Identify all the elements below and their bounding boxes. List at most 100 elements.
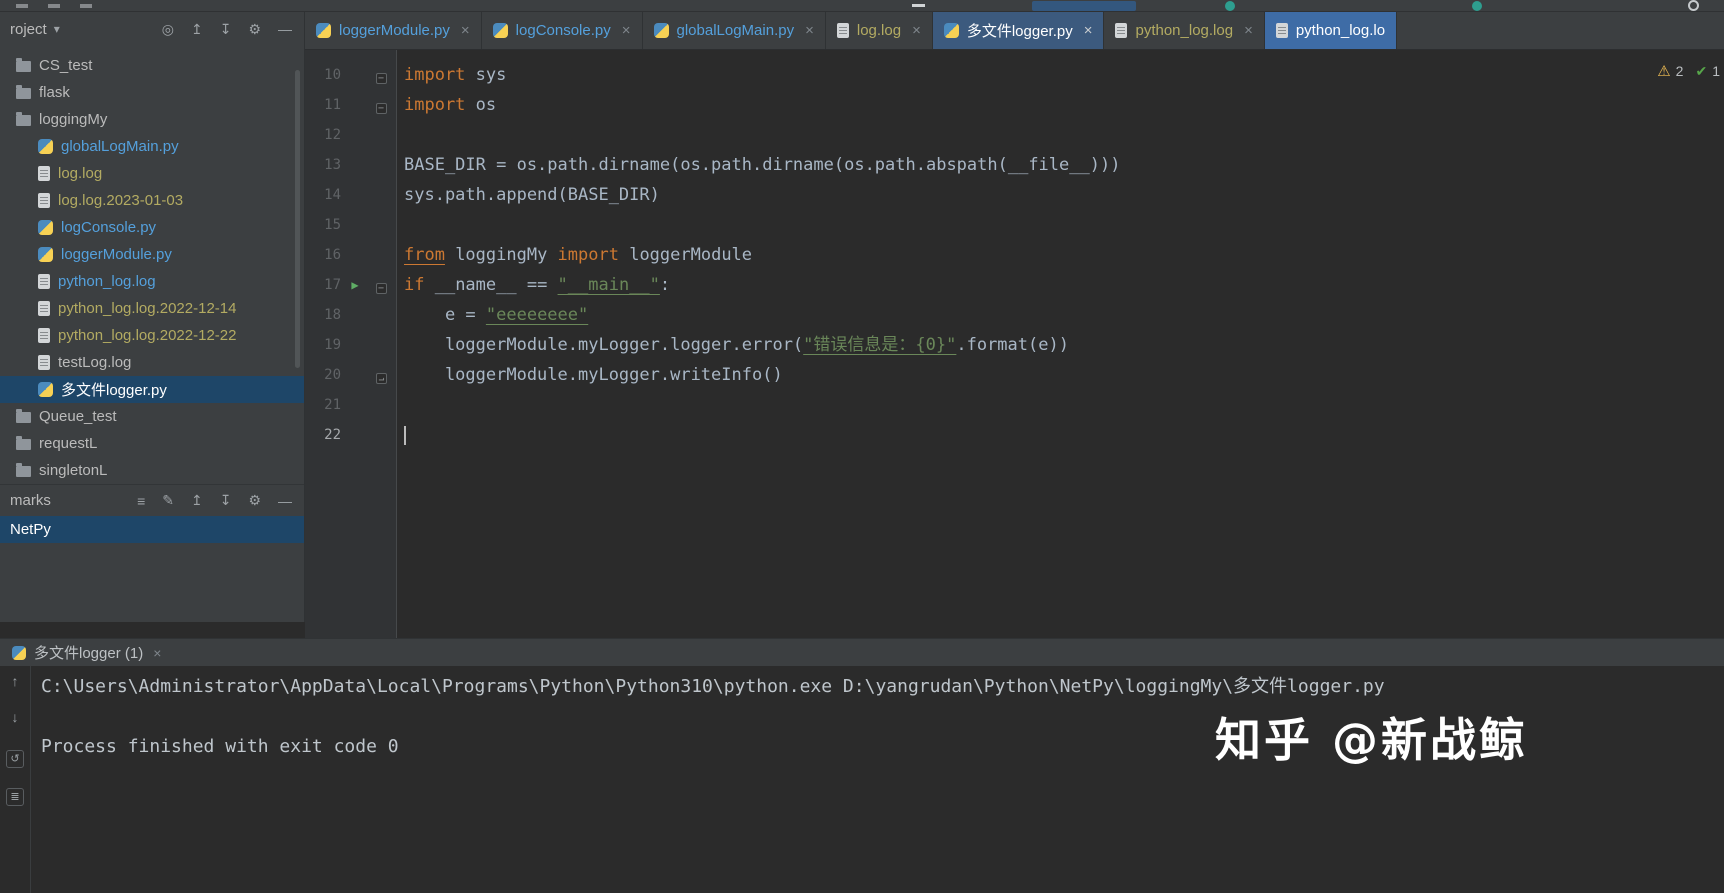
- file-icon: [1115, 23, 1128, 38]
- run-line-icon[interactable]: ▶: [341, 278, 369, 292]
- expand-all-icon[interactable]: ↥: [191, 492, 203, 509]
- tree-item[interactable]: 多文件logger.py: [0, 376, 304, 403]
- code-line[interactable]: e = "eeeeeeee": [398, 300, 1724, 330]
- service-status-icon[interactable]: [1225, 1, 1235, 11]
- tree-item[interactable]: python_log.log.2022-12-22: [0, 322, 304, 349]
- tree-item[interactable]: requestL: [0, 430, 304, 457]
- console-output[interactable]: C:\Users\Administrator\AppData\Local\Pro…: [41, 672, 1385, 762]
- code-text: loggingMy: [444, 245, 558, 265]
- close-icon[interactable]: ×: [912, 22, 921, 39]
- scroll-to-bottom-icon[interactable]: ↓: [6, 708, 24, 726]
- code-line[interactable]: loggerModule.myLogger.writeInfo(): [398, 360, 1724, 390]
- bookmark-item[interactable]: NetPy: [0, 516, 304, 543]
- tree-item[interactable]: loggerModule.py: [0, 241, 304, 268]
- code-text: sys.path.append(BASE_DIR): [404, 185, 660, 205]
- tree-item[interactable]: logConsole.py: [0, 214, 304, 241]
- close-icon[interactable]: ×: [805, 22, 814, 39]
- fold-marker-icon[interactable]: −: [375, 72, 387, 84]
- run-config-selector[interactable]: [1032, 1, 1136, 11]
- list-icon[interactable]: ≡: [137, 493, 145, 509]
- gutter-line: 13: [305, 150, 396, 180]
- code-line[interactable]: [398, 420, 1724, 450]
- log-file-icon: [38, 166, 50, 181]
- tree-item-label: python_log.log.2022-12-22: [58, 327, 237, 344]
- editor-tab[interactable]: logConsole.py ×: [482, 12, 643, 49]
- code-area[interactable]: import sys import os BASE_DIR = os.path.di…: [398, 50, 1724, 638]
- code-line[interactable]: if __name__ == "__main__":: [398, 270, 1724, 300]
- close-icon[interactable]: ×: [461, 22, 470, 39]
- scroll-to-top-icon[interactable]: ↑: [6, 672, 24, 690]
- scrollbar[interactable]: [295, 70, 300, 368]
- console-tab-label: 多文件logger (1): [34, 645, 144, 662]
- tree-item[interactable]: CS_test: [0, 52, 304, 79]
- tree-item[interactable]: log.log: [0, 160, 304, 187]
- bookmarks-list: NetPy: [0, 516, 304, 543]
- inspections-widget[interactable]: ⚠ 2 ✔ 1: [1657, 62, 1720, 81]
- menu-icon[interactable]: [16, 4, 28, 8]
- edit-icon[interactable]: ✎: [162, 492, 174, 509]
- fold-marker-icon[interactable]: −: [375, 102, 387, 114]
- code-line[interactable]: import sys: [398, 60, 1724, 90]
- fold-marker-icon[interactable]: ⌐: [375, 372, 387, 384]
- code-text: os: [465, 95, 497, 115]
- code-line[interactable]: loggerModule.myLogger.logger.error("错误信息…: [398, 330, 1724, 360]
- editor-tab[interactable]: python_log.log ×: [1104, 12, 1265, 49]
- editor-tab[interactable]: loggerModule.py ×: [305, 12, 482, 49]
- editor-tab[interactable]: log.log ×: [826, 12, 933, 49]
- minimize-icon[interactable]: [912, 4, 925, 7]
- tree-item[interactable]: singletonL: [0, 457, 304, 484]
- editor[interactable]: 10−11−12 13 14 15 16 17 ▶ −18 19 20 ⌐ 21 22 import s…: [305, 50, 1724, 638]
- tree-item[interactable]: log.log.2023-01-03: [0, 187, 304, 214]
- fold-slot: −: [369, 66, 393, 85]
- fold-marker-icon[interactable]: −: [375, 282, 387, 294]
- file-icon: [1275, 23, 1288, 38]
- code-text: e =: [404, 305, 486, 325]
- console-tab[interactable]: 多文件logger (1) ×: [12, 642, 161, 663]
- tab-label: logConsole.py: [515, 22, 611, 39]
- python-icon: [653, 23, 669, 38]
- collapse-all-icon[interactable]: ↧: [220, 21, 232, 38]
- expand-all-icon[interactable]: ↥: [191, 21, 203, 38]
- tree-item[interactable]: python_log.log.2022-12-14: [0, 295, 304, 322]
- tree-item[interactable]: Queue_test: [0, 403, 304, 430]
- code-text: if: [404, 275, 425, 295]
- close-icon[interactable]: ×: [1244, 22, 1253, 39]
- tree-item-label: testLog.log: [58, 354, 132, 371]
- tree-item[interactable]: globalLogMain.py: [0, 133, 304, 160]
- line-number: 21: [324, 397, 341, 413]
- editor-tab[interactable]: python_log.lo: [1264, 12, 1398, 49]
- hide-panel-icon[interactable]: —: [278, 21, 292, 37]
- code-line[interactable]: import os: [398, 90, 1724, 120]
- locate-icon[interactable]: ◎: [162, 21, 174, 38]
- rerun-icon[interactable]: ↺: [6, 750, 24, 768]
- editor-tab[interactable]: globalLogMain.py ×: [643, 12, 826, 49]
- editor-tab[interactable]: 多文件logger.py ×: [932, 12, 1105, 49]
- warning-icon: ⚠: [1657, 63, 1671, 80]
- hide-panel-icon[interactable]: —: [278, 493, 292, 509]
- tree-item[interactable]: testLog.log: [0, 349, 304, 376]
- code-line[interactable]: sys.path.append(BASE_DIR): [398, 180, 1724, 210]
- python-file-icon: [38, 139, 53, 154]
- settings-ring-icon[interactable]: [1688, 0, 1699, 11]
- code-line[interactable]: from loggingMy import loggerModule: [398, 240, 1724, 270]
- code-line[interactable]: [398, 120, 1724, 150]
- tree-item[interactable]: python_log.log: [0, 268, 304, 295]
- code-line[interactable]: BASE_DIR = os.path.dirname(os.path.dirna…: [398, 150, 1724, 180]
- code-text: BASE_DIR = os.path.dirname(os.path.dirna…: [404, 155, 1121, 175]
- tree-item[interactable]: loggingMy: [0, 106, 304, 133]
- menu-icon[interactable]: [48, 4, 60, 8]
- collapse-all-icon[interactable]: ↧: [220, 492, 232, 509]
- tree-item[interactable]: flask: [0, 79, 304, 106]
- close-icon[interactable]: ×: [1084, 22, 1093, 39]
- code-line[interactable]: [398, 210, 1724, 240]
- close-icon[interactable]: ×: [622, 22, 631, 39]
- soft-wrap-icon[interactable]: ≣: [6, 788, 24, 806]
- notification-icon[interactable]: [1472, 1, 1482, 11]
- chevron-down-icon[interactable]: ▾: [54, 22, 60, 36]
- python-icon: [12, 645, 26, 660]
- menu-icon[interactable]: [80, 4, 92, 8]
- code-line[interactable]: [398, 390, 1724, 420]
- settings-icon[interactable]: ⚙: [248, 492, 261, 509]
- settings-icon[interactable]: ⚙: [248, 21, 261, 38]
- close-icon[interactable]: ×: [153, 645, 161, 661]
